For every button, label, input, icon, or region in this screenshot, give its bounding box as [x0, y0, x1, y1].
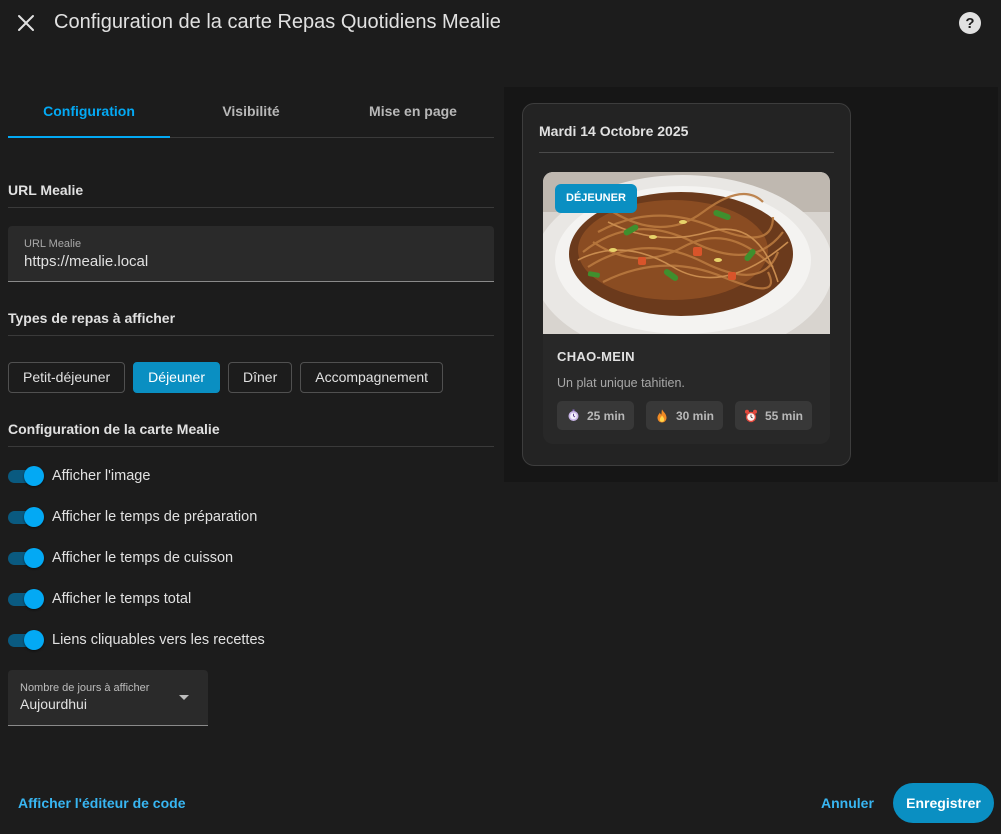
cook-time-chip: 30 min — [646, 401, 724, 430]
dialog-title: Configuration de la carte Repas Quotidie… — [54, 11, 501, 33]
days-select-value: Aujourdhui — [20, 696, 87, 712]
card-divider — [539, 152, 834, 153]
toggle-row-prep-time: Afficher le temps de préparation — [8, 505, 257, 529]
toggle-row-total-time: Afficher le temps total — [8, 587, 191, 611]
card-date: Mardi 14 Octobre 2025 — [539, 123, 689, 139]
cancel-button[interactable]: Annuler — [821, 795, 874, 811]
clickable-links-label: Liens cliquables vers les recettes — [52, 632, 265, 648]
tab-visibility[interactable]: Visibilité — [170, 88, 332, 137]
cook-time-label: Afficher le temps de cuisson — [52, 550, 234, 566]
fire-icon — [655, 409, 669, 423]
help-button[interactable]: ? — [959, 12, 981, 34]
prep-time-label: Afficher le temps de préparation — [52, 509, 258, 525]
show-image-switch[interactable] — [8, 466, 44, 486]
meal-type-badge: DÉJEUNER — [555, 184, 637, 213]
total-time-chip: 55 min — [735, 401, 813, 430]
save-button[interactable]: Enregistrer — [893, 783, 994, 823]
help-icon: ? — [965, 14, 975, 32]
card-config-title: Configuration de la carte Mealie — [8, 421, 494, 447]
cook-time-switch[interactable] — [8, 548, 44, 568]
show-image-label: Afficher l'image — [52, 468, 151, 484]
prep-time-switch[interactable] — [8, 507, 44, 527]
close-icon — [18, 15, 34, 31]
total-time-value: 55 min — [765, 408, 804, 423]
dropdown-arrow-icon — [179, 695, 189, 700]
alarm-clock-icon — [744, 409, 758, 423]
meal-type-buttons: Petit-déjeuner Déjeuner Dîner Accompagne… — [8, 362, 444, 393]
toggle-row-show-image: Afficher l'image — [8, 464, 150, 488]
days-to-show-select[interactable]: Nombre de jours à afficher Aujourdhui — [8, 670, 208, 726]
toggle-row-cook-time: Afficher le temps de cuisson — [8, 546, 233, 570]
meal-type-lunch-button[interactable]: Déjeuner — [133, 362, 220, 393]
meal-type-side-button[interactable]: Accompagnement — [300, 362, 444, 393]
prep-time-chip: 25 min — [557, 401, 635, 430]
meal-type-dinner-button[interactable]: Dîner — [228, 362, 293, 393]
close-button[interactable] — [12, 9, 40, 37]
total-time-label: Afficher le temps total — [52, 591, 192, 607]
mealie-url-label: URL Mealie — [24, 238, 82, 250]
meal-types-title: Types de repas à afficher — [8, 310, 494, 336]
tab-layout[interactable]: Mise en page — [332, 88, 494, 137]
clickable-links-switch[interactable] — [8, 630, 44, 650]
tab-configuration[interactable]: Configuration — [8, 88, 170, 138]
meal-type-breakfast-button[interactable]: Petit-déjeuner — [8, 362, 126, 393]
prep-time-value: 25 min — [587, 408, 626, 423]
prep-timer-icon — [566, 409, 580, 423]
recipe-description: Un plat unique tahitien. — [557, 376, 685, 390]
tab-bar: Configuration Visibilité Mise en page — [8, 88, 494, 138]
mealie-url-field[interactable]: URL Mealie https://mealie.local — [8, 226, 494, 282]
mealie-url-value[interactable]: https://mealie.local — [24, 253, 478, 270]
show-code-editor-button[interactable]: Afficher l'éditeur de code — [18, 795, 185, 811]
url-section-title: URL Mealie — [8, 182, 494, 208]
cook-time-value: 30 min — [676, 408, 715, 423]
toggle-row-clickable-links: Liens cliquables vers les recettes — [8, 628, 265, 652]
days-select-label: Nombre de jours à afficher — [20, 682, 150, 694]
recipe-name: CHAO-MEIN — [557, 349, 635, 364]
total-time-switch[interactable] — [8, 589, 44, 609]
